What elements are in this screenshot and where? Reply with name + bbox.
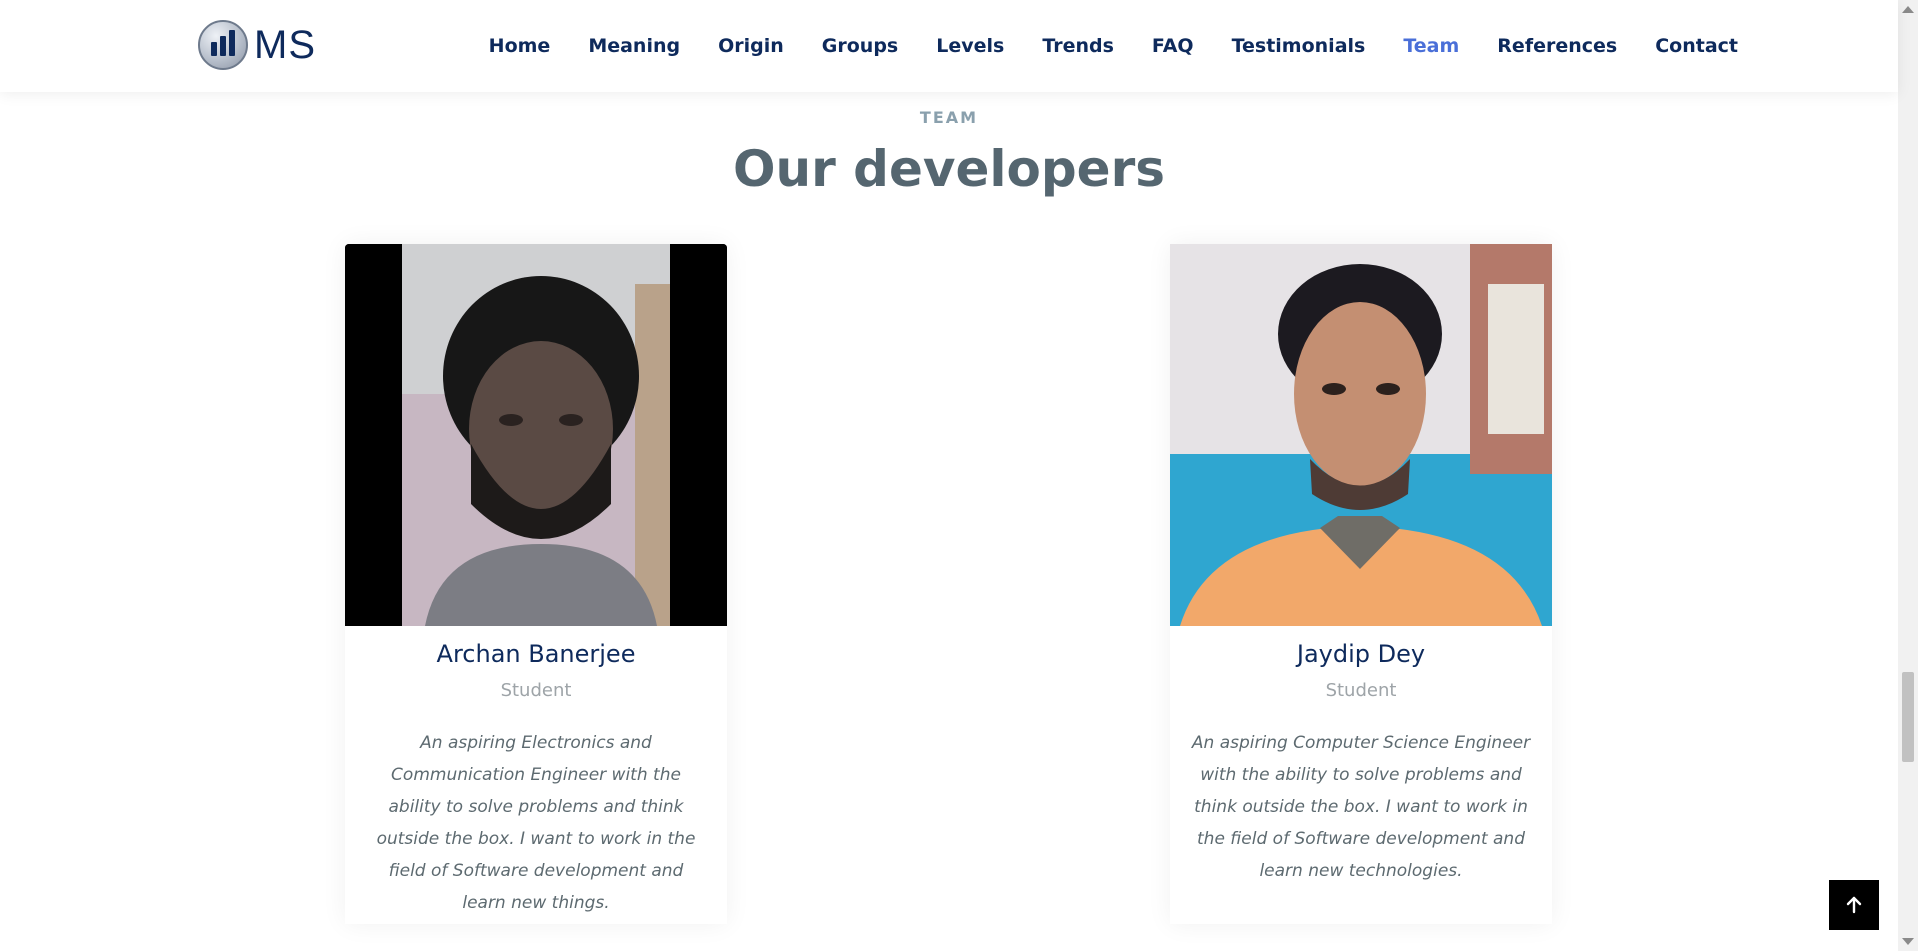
nav-references[interactable]: References (1497, 35, 1617, 57)
member-bio: An aspiring Electronics and Communicatio… (376, 733, 696, 913)
section-kicker: TEAM (919, 108, 979, 127)
nav-testimonials[interactable]: Testimonials (1232, 35, 1366, 57)
bar-chart-icon (198, 20, 248, 70)
scroll-thumb[interactable] (1902, 672, 1914, 762)
nav-home[interactable]: Home (489, 35, 551, 57)
member-name: Archan Banerjee (436, 640, 636, 668)
page-scrollbar[interactable] (1898, 0, 1918, 951)
nav-contact[interactable]: Contact (1655, 35, 1738, 57)
site-header: MS Home Meaning Origin Groups Levels Tre… (0, 0, 1898, 92)
nav-levels[interactable]: Levels (936, 35, 1004, 57)
member-photo-image (1170, 244, 1552, 626)
team-member-card: Archan Banerjee Student An aspiring Elec… (345, 244, 727, 924)
scroll-down-icon[interactable] (1902, 938, 1914, 945)
team-member-card: Jaydip Dey Student An aspiring Computer … (1170, 244, 1552, 924)
scroll-up-icon[interactable] (1902, 6, 1914, 13)
member-role: Student (1325, 680, 1397, 701)
member-name: Jaydip Dey (1296, 640, 1426, 668)
site-logo[interactable]: MS (198, 20, 316, 70)
nav-team[interactable]: Team (1403, 35, 1459, 57)
arrow-up-icon (1846, 896, 1862, 914)
member-bio: An aspiring Computer Science Engineer wi… (1191, 733, 1531, 881)
back-to-top-button[interactable] (1829, 880, 1879, 930)
nav-groups[interactable]: Groups (822, 35, 898, 57)
nav-faq[interactable]: FAQ (1152, 35, 1194, 57)
member-photo (1170, 244, 1552, 626)
main-nav: Home Meaning Origin Groups Levels Trends… (451, 0, 1738, 92)
nav-trends[interactable]: Trends (1042, 35, 1114, 57)
section-title: Our developers (733, 140, 1165, 198)
nav-origin[interactable]: Origin (718, 35, 784, 57)
member-photo (345, 244, 727, 626)
member-photo-image (345, 244, 727, 626)
logo-text: MS (254, 22, 316, 67)
member-role: Student (500, 680, 572, 701)
nav-meaning[interactable]: Meaning (588, 35, 680, 57)
